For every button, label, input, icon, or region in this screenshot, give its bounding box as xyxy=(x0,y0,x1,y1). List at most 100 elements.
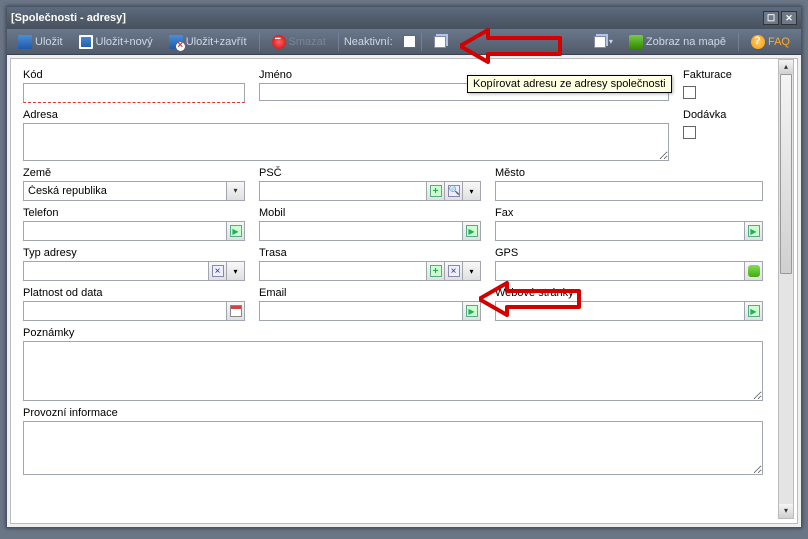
map-icon xyxy=(748,265,760,277)
scroll-thumb[interactable] xyxy=(780,74,792,274)
city-input[interactable] xyxy=(495,181,763,201)
map-icon xyxy=(629,35,643,49)
country-input[interactable] xyxy=(23,181,227,201)
phone-call-button[interactable] xyxy=(227,221,245,241)
save-new-label: Uložit+nový xyxy=(96,36,153,48)
chevron-down-icon: ▾ xyxy=(233,267,237,276)
valid-from-date-button[interactable] xyxy=(227,301,245,321)
faq-button[interactable]: FAQ xyxy=(744,32,797,52)
delete-button[interactable]: Smazat xyxy=(265,32,333,52)
address-input[interactable] xyxy=(23,123,669,161)
save-close-icon xyxy=(169,35,183,49)
zip-search-button[interactable] xyxy=(445,181,463,201)
gps-map-button[interactable] xyxy=(745,261,763,281)
clear-icon xyxy=(212,265,224,277)
plus-icon xyxy=(430,265,442,277)
chevron-down-icon: ▾ xyxy=(469,267,473,276)
fax-label: Fax xyxy=(495,207,763,219)
window: [Společnosti - adresy] ☐ ✕ Uložit Uložit… xyxy=(6,6,802,528)
mobile-call-button[interactable] xyxy=(463,221,481,241)
code-input[interactable] xyxy=(23,83,245,103)
save-button[interactable]: Uložit xyxy=(11,32,70,52)
fax-call-button[interactable] xyxy=(745,221,763,241)
plus-icon xyxy=(430,185,442,197)
zip-input[interactable] xyxy=(259,181,427,201)
phone-label: Telefon xyxy=(23,207,245,219)
country-label: Země xyxy=(23,167,245,179)
annotation-arrow xyxy=(460,25,570,67)
business-info-input[interactable] xyxy=(23,421,763,475)
toolbar: Uložit Uložit+nový Uložit+zavřít Smazat … xyxy=(7,29,801,55)
clear-icon xyxy=(448,265,460,277)
window-title: [Společnosti - adresy] xyxy=(11,12,761,24)
zip-label: PSČ xyxy=(259,167,481,179)
chevron-down-icon xyxy=(230,184,242,198)
form-content: Kód Jméno Fakturace Adresa Do xyxy=(10,58,798,524)
faq-label: FAQ xyxy=(768,36,790,48)
web-open-button[interactable] xyxy=(745,301,763,321)
actions-icon xyxy=(594,36,606,48)
play-icon xyxy=(230,225,242,237)
zip-dropdown-button[interactable]: ▾ xyxy=(463,181,481,201)
addr-type-label: Typ adresy xyxy=(23,247,245,259)
play-icon xyxy=(466,305,478,317)
annotation-arrow xyxy=(479,278,589,320)
separator xyxy=(421,33,422,51)
zip-add-button[interactable] xyxy=(427,181,445,201)
route-input[interactable] xyxy=(259,261,427,281)
save-close-button[interactable]: Uložit+zavřít xyxy=(162,32,254,52)
code-label: Kód xyxy=(23,69,245,81)
delivery-checkbox[interactable] xyxy=(683,126,696,139)
separator xyxy=(338,33,339,51)
save-new-button[interactable]: Uložit+nový xyxy=(72,32,160,52)
save-icon xyxy=(18,35,32,49)
separator xyxy=(738,33,739,51)
invoice-label: Fakturace xyxy=(683,69,763,81)
chevron-down-icon: ▾ xyxy=(469,187,473,196)
addr-type-input[interactable] xyxy=(23,261,209,281)
vertical-scrollbar[interactable]: ▴ ▾ xyxy=(778,59,794,519)
addr-type-dropdown-button[interactable]: ▾ xyxy=(227,261,245,281)
window-maximize-button[interactable]: ☐ xyxy=(763,11,779,25)
titlebar: [Společnosti - adresy] ☐ ✕ xyxy=(7,7,801,29)
email-input[interactable] xyxy=(259,301,463,321)
calendar-icon xyxy=(230,305,242,317)
route-add-button[interactable] xyxy=(427,261,445,281)
scroll-up-button[interactable]: ▴ xyxy=(779,60,793,74)
delete-label: Smazat xyxy=(289,36,326,48)
window-close-button[interactable]: ✕ xyxy=(781,11,797,25)
play-icon xyxy=(748,225,760,237)
notes-input[interactable] xyxy=(23,341,763,401)
play-icon xyxy=(748,305,760,317)
save-label: Uložit xyxy=(35,36,63,48)
mobile-input[interactable] xyxy=(259,221,463,241)
email-label: Email xyxy=(259,287,481,299)
delivery-label: Dodávka xyxy=(683,109,763,121)
valid-from-input[interactable] xyxy=(23,301,227,321)
copy-address-tooltip: Kopírovat adresu ze adresy společnosti xyxy=(467,75,672,93)
inactive-checkbox[interactable] xyxy=(403,35,416,48)
play-icon xyxy=(466,225,478,237)
search-icon xyxy=(448,185,460,197)
phone-input[interactable] xyxy=(23,221,227,241)
actions-menu-button[interactable]: ▾ xyxy=(587,33,620,51)
route-clear-button[interactable] xyxy=(445,261,463,281)
mobile-label: Mobil xyxy=(259,207,481,219)
scroll-down-button[interactable]: ▾ xyxy=(779,504,793,518)
save-new-icon xyxy=(79,35,93,49)
show-on-map-button[interactable]: Zobraz na mapě xyxy=(622,32,733,52)
city-label: Město xyxy=(495,167,763,179)
copy-icon xyxy=(434,36,446,48)
valid-from-label: Platnost od data xyxy=(23,287,245,299)
show-on-map-label: Zobraz na mapě xyxy=(646,36,726,48)
invoice-checkbox[interactable] xyxy=(683,86,696,99)
separator xyxy=(259,33,260,51)
route-label: Trasa xyxy=(259,247,481,259)
addr-type-clear-button[interactable] xyxy=(209,261,227,281)
inactive-label: Neaktivní: xyxy=(344,36,393,48)
fax-input[interactable] xyxy=(495,221,745,241)
address-label: Adresa xyxy=(23,109,669,121)
business-info-label: Provozní informace xyxy=(23,407,763,419)
country-dropdown-button[interactable] xyxy=(227,181,245,201)
copy-address-button[interactable] xyxy=(427,33,453,51)
